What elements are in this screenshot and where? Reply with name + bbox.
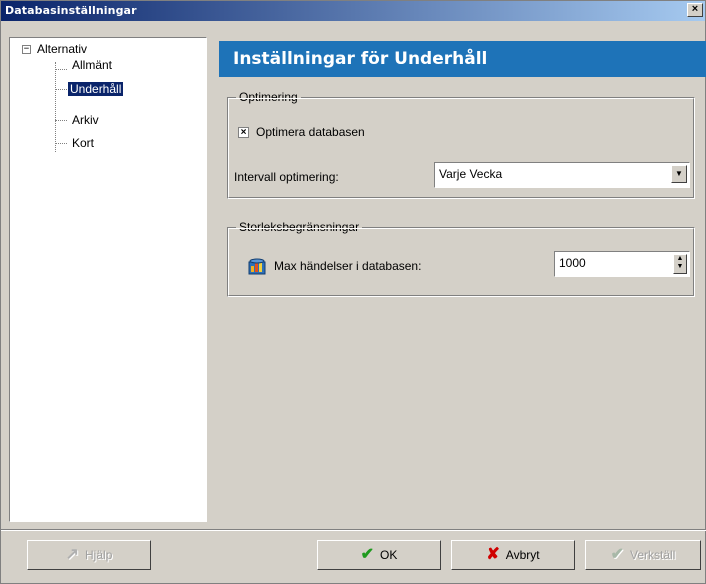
chevron-down-icon[interactable]: ▼ [671, 165, 687, 183]
footer-separator [1, 529, 706, 531]
cancel-button[interactable]: ✘ Avbryt [451, 540, 575, 570]
tree-item-arkiv[interactable]: Arkiv [70, 113, 101, 127]
panel-title: Inställningar för Underhåll [233, 49, 488, 69]
settings-tree: − Alternativ Allmänt Underhåll Arkiv Kor… [9, 37, 207, 522]
help-button-label: Hjälp [85, 548, 113, 562]
green-check-icon: ✔ [360, 546, 375, 563]
spin-down-icon[interactable]: ▼ [674, 263, 686, 271]
close-button[interactable]: × [687, 3, 703, 17]
collapse-icon[interactable]: − [22, 45, 31, 54]
database-chart-icon [248, 258, 266, 275]
optimize-group: Optimering × Optimera databasen Interval… [227, 90, 695, 199]
spin-up-icon[interactable]: ▲ [674, 255, 686, 263]
panel-header: Inställningar för Underhåll [219, 41, 706, 77]
interval-select[interactable]: Varje Vecka ▼ [434, 162, 690, 188]
help-arrow-icon: ↗ [65, 546, 80, 563]
interval-label: Intervall optimering: [234, 170, 339, 184]
limits-group-legend: Storleksbegränsningar [236, 220, 363, 234]
tree-branch-line [55, 89, 67, 90]
title-bar[interactable]: Databasinställningar × [1, 1, 705, 21]
tree-branch-line [55, 120, 67, 121]
tree-item-allmant[interactable]: Allmänt [70, 58, 114, 72]
close-icon: × [691, 3, 699, 15]
apply-button[interactable]: ✔ Verkställ [585, 540, 701, 570]
tree-item-underhall[interactable]: Underhåll [68, 82, 124, 96]
tree-branch-line [55, 69, 67, 70]
ok-button[interactable]: ✔ OK [317, 540, 441, 570]
optimize-checkbox[interactable]: × [238, 127, 249, 138]
tree-root-label[interactable]: Alternativ [35, 42, 89, 56]
help-button[interactable]: ↗ Hjälp [27, 540, 151, 570]
optimize-checkbox-label[interactable]: Optimera databasen [256, 125, 365, 139]
apply-check-icon: ✔ [610, 546, 625, 563]
tree-branch-line [55, 143, 67, 144]
tree-connector-line [55, 62, 56, 152]
red-x-icon: ✘ [486, 546, 500, 563]
cancel-button-label: Avbryt [505, 548, 540, 562]
limits-group: Storleksbegränsningar Max händelser i da… [227, 220, 695, 297]
ok-button-label: OK [380, 548, 398, 562]
apply-button-label: Verkställ [630, 548, 676, 562]
interval-select-value: Varje Vecka [439, 167, 503, 181]
dialog-window: Databasinställningar × − Alternativ Allm… [0, 0, 706, 584]
window-title: Databasinställningar [5, 4, 137, 17]
spinner-buttons[interactable]: ▲ ▼ [673, 254, 687, 274]
max-events-label: Max händelser i databasen: [274, 259, 422, 273]
max-events-spinner[interactable]: 1000 ▲ ▼ [554, 251, 690, 277]
optimize-group-legend: Optimering [236, 90, 301, 104]
tree-item-kort[interactable]: Kort [70, 136, 96, 150]
max-events-value[interactable]: 1000 [559, 256, 586, 270]
